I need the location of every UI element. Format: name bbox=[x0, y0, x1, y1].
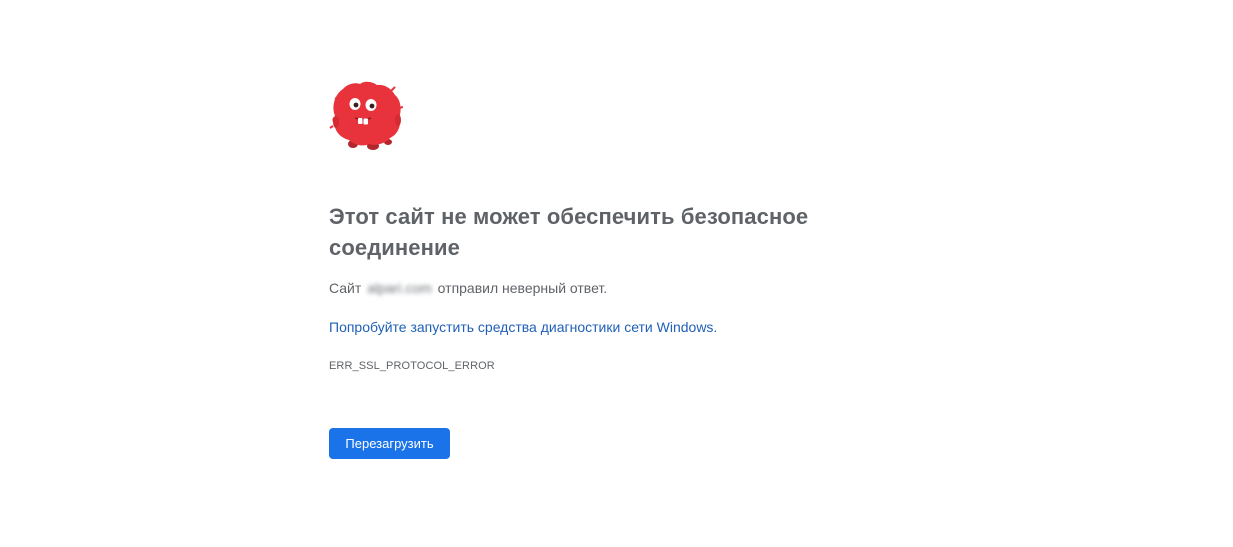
desc-prefix: Сайт bbox=[329, 280, 362, 296]
error-code: ERR_SSL_PROTOCOL_ERROR bbox=[329, 360, 495, 372]
diagnostics-link[interactable]: Попробуйте запустить средства диагностик… bbox=[329, 318, 717, 336]
desc-suffix: отправил неверный ответ. bbox=[437, 280, 608, 296]
error-content: Этот сайт не может обеспечить безопасное… bbox=[329, 80, 869, 459]
red-fuzzy-monster-icon bbox=[329, 81, 403, 150]
page-title: Этот сайт не может обеспечить безопасное… bbox=[329, 204, 809, 260]
error-description: Сайт alpari.com отправил неверный ответ. bbox=[329, 279, 607, 297]
reload-button[interactable]: Перезагрузить bbox=[329, 428, 450, 459]
site-domain: alpari.com bbox=[367, 280, 432, 296]
error-page: Этот сайт не может обеспечить безопасное… bbox=[0, 0, 1233, 547]
